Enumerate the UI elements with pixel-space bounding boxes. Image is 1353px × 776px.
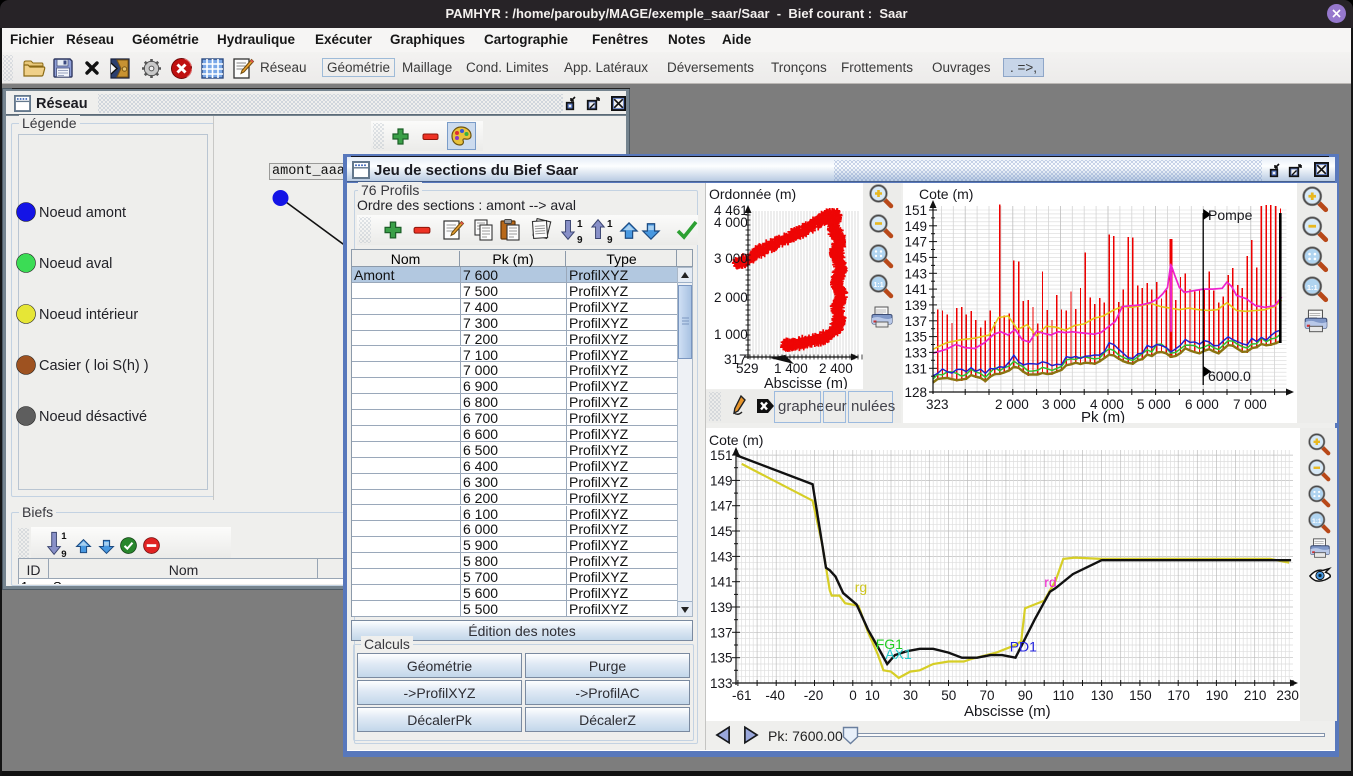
svg-text:149: 149	[710, 473, 733, 488]
svg-text:1:1: 1:1	[874, 282, 884, 289]
svg-text:529: 529	[736, 361, 759, 376]
svg-text:150: 150	[1129, 688, 1152, 703]
svg-text:131: 131	[904, 361, 927, 376]
svg-text:1 400: 1 400	[774, 361, 808, 376]
svg-text:9: 9	[577, 235, 583, 244]
svg-text:AX1: AX1	[885, 646, 912, 662]
svg-text:rg: rg	[855, 579, 867, 595]
svg-text:6000.0: 6000.0	[1208, 368, 1251, 384]
svg-text:50: 50	[941, 688, 956, 703]
svg-text:10: 10	[865, 688, 880, 703]
svg-text:143: 143	[904, 266, 927, 281]
svg-text:1:1: 1:1	[1312, 518, 1322, 525]
svg-text:0: 0	[849, 688, 857, 703]
svg-text:Abscisse (m): Abscisse (m)	[964, 703, 1051, 720]
svg-text:Pk (m): Pk (m)	[1081, 409, 1125, 423]
svg-text:2 400: 2 400	[819, 361, 853, 376]
svg-text:Noeud amont: Noeud amont	[39, 205, 126, 221]
svg-text:139: 139	[904, 298, 927, 313]
svg-text:170: 170	[1167, 688, 1190, 703]
svg-text:149: 149	[904, 219, 927, 234]
svg-text:rd: rd	[1044, 574, 1056, 590]
svg-text:137: 137	[904, 314, 927, 329]
svg-text:Noeud intérieur: Noeud intérieur	[39, 307, 138, 323]
svg-text:147: 147	[710, 499, 733, 514]
svg-text:3 000: 3 000	[1042, 397, 1076, 412]
svg-text:9: 9	[607, 235, 613, 244]
svg-text:110: 110	[1053, 688, 1075, 703]
svg-text:5 000: 5 000	[1137, 397, 1171, 412]
svg-text:137: 137	[710, 625, 733, 640]
svg-text:230: 230	[1276, 688, 1299, 703]
svg-text:135: 135	[710, 651, 733, 666]
svg-text:70: 70	[980, 688, 995, 703]
svg-text:Casier ( loi S(h) ): Casier ( loi S(h) )	[39, 358, 149, 374]
svg-text:2 000: 2 000	[995, 397, 1029, 412]
svg-text:128: 128	[904, 385, 927, 400]
svg-text:1: 1	[61, 531, 67, 542]
svg-text:6 000: 6 000	[1185, 397, 1219, 412]
svg-text:210: 210	[1244, 688, 1267, 703]
svg-text:Noeud aval: Noeud aval	[39, 256, 112, 272]
svg-text:151: 151	[904, 203, 927, 218]
svg-text:141: 141	[904, 282, 927, 297]
svg-text:190: 190	[1206, 688, 1229, 703]
svg-text:145: 145	[710, 524, 733, 539]
svg-text:135: 135	[904, 330, 927, 345]
svg-text:139: 139	[710, 600, 733, 615]
svg-text:3 000: 3 000	[714, 251, 748, 266]
svg-text:-40: -40	[765, 688, 785, 703]
svg-text:90: 90	[1018, 688, 1033, 703]
svg-text:130: 130	[1091, 688, 1114, 703]
svg-text:141: 141	[710, 575, 733, 590]
svg-text:151: 151	[710, 448, 733, 463]
svg-text:-61: -61	[732, 688, 752, 703]
svg-text:1: 1	[607, 219, 613, 230]
svg-text:-20: -20	[804, 688, 824, 703]
svg-text:30: 30	[903, 688, 918, 703]
svg-text:Noeud désactivé: Noeud désactivé	[39, 409, 147, 425]
svg-text:Pompe: Pompe	[1208, 207, 1253, 223]
svg-text:4 000: 4 000	[714, 215, 748, 230]
svg-text:1: 1	[577, 219, 583, 230]
svg-text:133: 133	[904, 345, 927, 360]
svg-text:Abscisse (m): Abscisse (m)	[764, 376, 848, 389]
svg-text:7 000: 7 000	[1233, 397, 1267, 412]
svg-text:1 000: 1 000	[714, 327, 748, 342]
svg-text:143: 143	[710, 549, 733, 564]
svg-text:9: 9	[61, 549, 66, 558]
svg-text:145: 145	[904, 250, 927, 265]
svg-text:2 000: 2 000	[714, 290, 748, 305]
svg-text:133: 133	[710, 676, 733, 691]
svg-text:1:1: 1:1	[1307, 283, 1318, 292]
svg-text:147: 147	[904, 235, 927, 250]
svg-text:PD1: PD1	[1010, 638, 1037, 654]
svg-text:323: 323	[926, 397, 949, 412]
